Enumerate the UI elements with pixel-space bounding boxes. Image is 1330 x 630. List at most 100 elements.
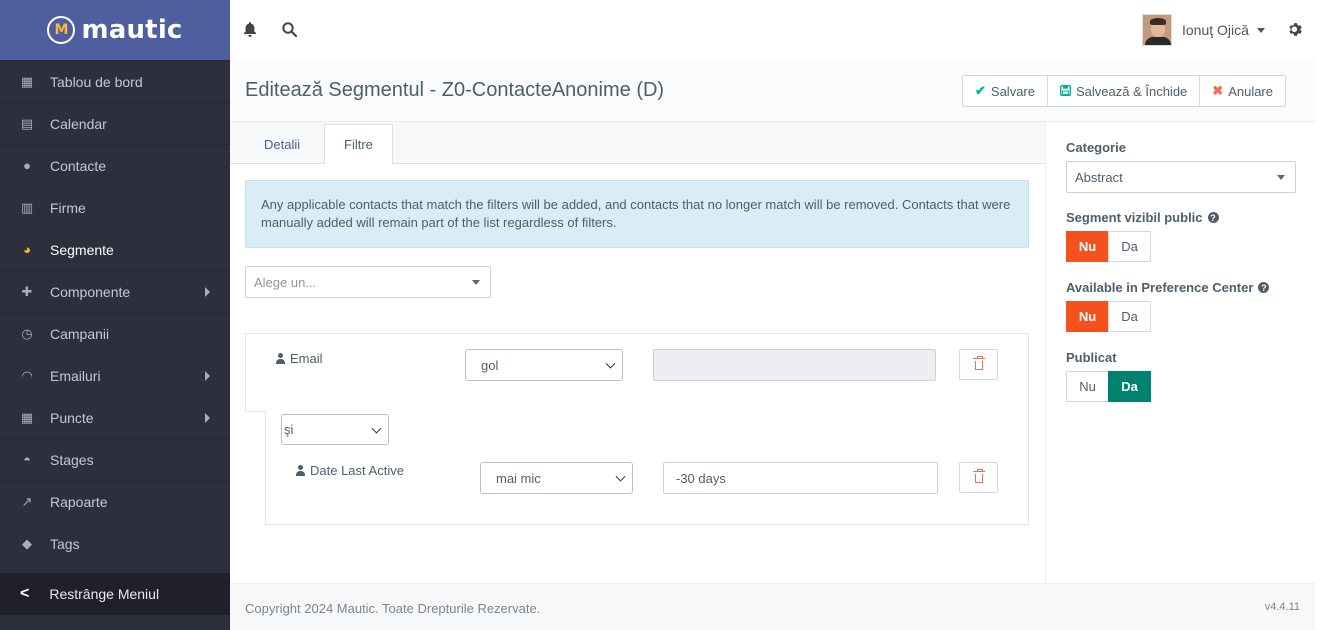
published-no-button[interactable]: Nu xyxy=(1066,371,1109,402)
page-header: Editează Segmentul - Z0-ContacteAnonime … xyxy=(230,60,1315,122)
sidebar-item-rapoarte[interactable]: ↗ Rapoarte xyxy=(0,480,230,522)
user-icon xyxy=(276,353,285,364)
sidebar-item-tags[interactable]: ◆ Tags xyxy=(0,522,230,564)
sidebar-item-label: Componente xyxy=(50,283,131,300)
filter-chooser-placeholder: Alege un... xyxy=(254,274,317,290)
caret-down-icon[interactable] xyxy=(1257,28,1265,33)
caret-right-icon xyxy=(205,371,210,381)
line-chart-icon: ↗ xyxy=(21,493,33,509)
category-select[interactable]: Abstract xyxy=(1066,161,1296,193)
sidebar-nav: ▦ Tablou de bord ▤ Calendar ● Contacte ▥ Firme ◕… xyxy=(0,60,230,564)
footer-right: v4.4.11 xyxy=(1045,583,1315,630)
user-icon: ● xyxy=(23,158,31,173)
rss-icon: ◠ xyxy=(21,367,33,383)
pref-yes-button[interactable]: Da xyxy=(1108,301,1151,332)
sidebar-item-label: Stages xyxy=(50,451,94,468)
filter-field-label: Email xyxy=(276,351,323,366)
bell-icon[interactable] xyxy=(241,20,259,38)
user-name[interactable]: Ionuţ Ojică xyxy=(1182,22,1249,38)
filter-row: şi Date Last Active mai mic -30 days xyxy=(265,411,1029,525)
chevron-down-icon xyxy=(371,423,382,434)
tabs: Detalii Filtre xyxy=(230,122,1045,165)
calendar-icon: ▤ xyxy=(20,115,34,131)
sidebar-item-calendar[interactable]: ▤ Calendar xyxy=(0,102,230,144)
sidebar-item-label: Puncte xyxy=(50,409,94,426)
user-icon xyxy=(296,465,305,476)
check-icon: ✔ xyxy=(975,83,986,98)
sidebar-item-tablou-de-bord[interactable]: ▦ Tablou de bord xyxy=(0,60,230,102)
sidebar-item-label: Tablou de bord xyxy=(50,73,143,90)
sidebar-item-label: Emailuri xyxy=(50,367,101,384)
topbar: Ionuţ Ojică xyxy=(230,0,1330,60)
pref-center-label: Available in Preference Center ? xyxy=(1066,280,1270,295)
filter-chooser-select[interactable]: Alege un... xyxy=(245,266,491,298)
avatar[interactable] xyxy=(1142,14,1172,46)
version-text: v4.4.11 xyxy=(1264,601,1300,613)
brand-logo[interactable]: M mautic xyxy=(0,0,230,60)
sidebar-item-segmente[interactable]: ◕ Segmente xyxy=(0,228,230,270)
copyright-text: Copyright 2024 Mautic. Toate Drepturile … xyxy=(245,601,541,616)
caret-right-icon xyxy=(205,287,210,297)
tab-details[interactable]: Detalii xyxy=(245,124,319,164)
sidebar-item-componente[interactable]: ✚ Componente xyxy=(0,270,230,312)
filter-value-input[interactable]: -30 days xyxy=(663,462,938,494)
filter-glue-select[interactable]: şi xyxy=(281,414,389,445)
sidebar-item-label: Contacte xyxy=(50,157,107,174)
main-content: Detalii Filtre Any applicable contacts t… xyxy=(230,122,1045,583)
sidebar-item-stages[interactable]: ◓ Stages xyxy=(0,438,230,480)
cancel-button[interactable]: ✖ Anulare xyxy=(1199,75,1286,107)
sidebar: M mautic ▦ Tablou de bord ▤ Calendar ● Contac… xyxy=(0,0,230,630)
delete-filter-button[interactable] xyxy=(959,462,998,493)
save-button[interactable]: ✔ Salvare xyxy=(962,75,1048,107)
sidebar-item-contacte[interactable]: ● Contacte xyxy=(0,144,230,186)
gear-icon[interactable] xyxy=(1286,20,1304,38)
sidebar-item-emailuri[interactable]: ◠ Emailuri xyxy=(0,354,230,396)
chevron-left-icon: < xyxy=(20,585,30,602)
header-actions: ✔ Salvare Salvează & Închide ✖ Anulare xyxy=(962,75,1286,107)
scrollbar-track[interactable] xyxy=(1315,60,1330,630)
trash-icon xyxy=(972,356,985,370)
collapse-menu-label: Restrânge Meniul xyxy=(49,586,160,602)
caret-right-icon xyxy=(205,413,210,423)
mautic-logo-icon: M xyxy=(47,16,76,44)
chevron-down-icon xyxy=(615,471,626,482)
save-close-button[interactable]: Salvează & Închide xyxy=(1046,75,1201,107)
published-toggle: Nu Da xyxy=(1066,371,1151,402)
filter-row: Email gol xyxy=(245,333,1029,412)
filter-field-label: Date Last Active xyxy=(296,463,404,478)
footer: Copyright 2024 Mautic. Toate Drepturile … xyxy=(230,583,1045,630)
public-no-button[interactable]: Nu xyxy=(1066,231,1109,262)
clock-icon: ◷ xyxy=(21,325,33,341)
trash-icon xyxy=(972,469,985,483)
published-yes-button[interactable]: Da xyxy=(1108,371,1151,402)
sidebar-item-label: Rapoarte xyxy=(50,493,108,510)
chevron-down-icon xyxy=(605,358,616,369)
tab-filters[interactable]: Filtre xyxy=(324,124,393,165)
info-alert: Any applicable contacts that match the f… xyxy=(245,180,1029,248)
building-icon: ▥ xyxy=(20,199,34,215)
pref-no-button[interactable]: Nu xyxy=(1066,301,1109,332)
sidebar-item-firme[interactable]: ▥ Firme xyxy=(0,186,230,228)
sidebar-item-label: Segmente xyxy=(50,241,114,258)
tag-icon: ◆ xyxy=(22,535,32,551)
public-yes-button[interactable]: Da xyxy=(1108,231,1151,262)
sidebar-item-label: Campanii xyxy=(50,325,110,342)
pie-chart-icon: ◕ xyxy=(23,242,31,257)
published-label: Publicat xyxy=(1066,350,1117,365)
question-icon[interactable]: ? xyxy=(1258,282,1270,293)
collapse-menu-button[interactable]: < Restrânge Meniul xyxy=(0,573,230,615)
question-icon[interactable]: ? xyxy=(1207,212,1219,223)
caret-down-icon xyxy=(472,280,480,285)
floppy-icon xyxy=(1059,84,1071,99)
sidebar-item-campanii[interactable]: ◷ Campanii xyxy=(0,312,230,354)
search-icon[interactable] xyxy=(280,20,298,38)
calculator-icon: ▦ xyxy=(20,409,34,425)
sidebar-item-puncte[interactable]: ▦ Puncte xyxy=(0,396,230,438)
filter-operator-select[interactable]: gol xyxy=(465,349,623,381)
sidebar-item-label: Calendar xyxy=(50,115,107,132)
category-label: Categorie xyxy=(1066,140,1126,155)
delete-filter-button[interactable] xyxy=(959,349,998,380)
filter-operator-select[interactable]: mai mic xyxy=(480,462,633,494)
filter-value-input[interactable] xyxy=(653,349,936,381)
sidebar-item-label: Firme xyxy=(50,199,86,216)
